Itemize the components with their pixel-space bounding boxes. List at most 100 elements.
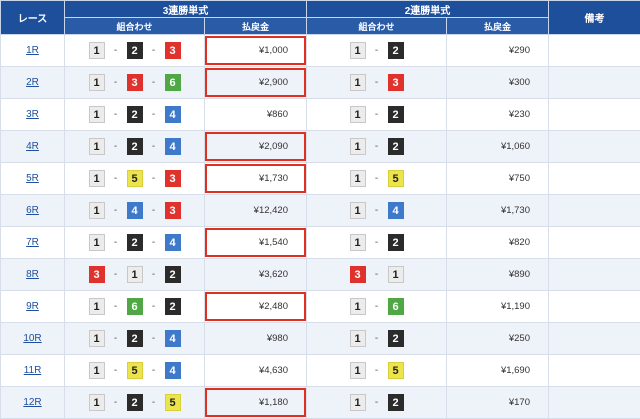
note-cell	[549, 291, 640, 323]
boat-number-badge: 5	[127, 170, 143, 187]
exacta-payout: ¥230	[447, 99, 549, 131]
exacta-payout: ¥290	[447, 35, 549, 67]
separator: -	[143, 173, 165, 184]
separator: -	[143, 77, 165, 88]
separator: -	[143, 269, 165, 280]
race-cell: 12R	[1, 387, 65, 419]
race-cell: 6R	[1, 195, 65, 227]
table-row: 6R1-4-3¥12,4201-4¥1,730	[1, 195, 640, 227]
boat-number-badge: 1	[89, 234, 105, 251]
table-row: 12R1-2-5¥1,1801-2¥170	[1, 387, 640, 419]
race-link[interactable]: 3R	[26, 109, 39, 120]
separator: -	[143, 141, 165, 152]
separator: -	[366, 109, 388, 120]
boat-number-badge: 2	[127, 330, 143, 347]
trifecta-combo: 3-1-2	[65, 259, 205, 291]
boat-number-badge: 4	[165, 138, 181, 155]
trifecta-combo: 1-6-2	[65, 291, 205, 323]
note-cell	[549, 67, 640, 99]
results-body: 1R1-2-3¥1,0001-2¥2902R1-3-6¥2,9001-3¥300…	[1, 35, 640, 419]
separator: -	[105, 237, 127, 248]
boat-number-badge: 3	[165, 42, 181, 59]
separator: -	[366, 77, 388, 88]
boat-number-badge: 3	[165, 202, 181, 219]
exacta-payout: ¥1,060	[447, 131, 549, 163]
race-link[interactable]: 2R	[26, 77, 39, 88]
boat-number-badge: 3	[165, 170, 181, 187]
trifecta-combo: 1-2-4	[65, 323, 205, 355]
trifecta-payout: ¥4,630	[205, 355, 307, 387]
trifecta-payout: ¥3,620	[205, 259, 307, 291]
table-row: 11R1-5-4¥4,6301-5¥1,690	[1, 355, 640, 387]
boat-number-badge: 2	[127, 106, 143, 123]
exacta-payout: ¥1,190	[447, 291, 549, 323]
race-link[interactable]: 9R	[26, 301, 39, 312]
separator: -	[366, 365, 388, 376]
race-link[interactable]: 5R	[26, 173, 39, 184]
race-link[interactable]: 4R	[26, 141, 39, 152]
boat-number-badge: 3	[350, 266, 366, 283]
boat-number-badge: 1	[89, 298, 105, 315]
race-cell: 11R	[1, 355, 65, 387]
exacta-payout: ¥170	[447, 387, 549, 419]
boat-number-badge: 4	[165, 330, 181, 347]
table-row: 2R1-3-6¥2,9001-3¥300	[1, 67, 640, 99]
race-results-table: レース 3連勝単式 2連勝単式 備考 組合わせ 払戻金 組合わせ 払戻金 1R1…	[0, 0, 640, 419]
race-link[interactable]: 1R	[26, 45, 39, 56]
boat-number-badge: 1	[89, 362, 105, 379]
boat-number-badge: 4	[127, 202, 143, 219]
note-cell	[549, 355, 640, 387]
trifecta-payout: ¥1,180	[205, 387, 307, 419]
separator: -	[143, 301, 165, 312]
boat-number-badge: 2	[165, 298, 181, 315]
boat-number-badge: 2	[165, 266, 181, 283]
race-link[interactable]: 11R	[24, 365, 42, 376]
race-link[interactable]: 6R	[26, 205, 39, 216]
boat-number-badge: 1	[89, 330, 105, 347]
race-cell: 8R	[1, 259, 65, 291]
separator: -	[143, 365, 165, 376]
boat-number-badge: 2	[388, 138, 404, 155]
boat-number-badge: 2	[388, 394, 404, 411]
boat-number-badge: 1	[388, 266, 404, 283]
boat-number-badge: 1	[89, 138, 105, 155]
exacta-payout: ¥250	[447, 323, 549, 355]
exacta-combo: 1-2	[307, 323, 447, 355]
race-header: レース	[1, 1, 65, 35]
table-row: 4R1-2-4¥2,0901-2¥1,060	[1, 131, 640, 163]
table-row: 9R1-6-2¥2,4801-6¥1,190	[1, 291, 640, 323]
boat-number-badge: 1	[350, 330, 366, 347]
race-link[interactable]: 7R	[26, 237, 39, 248]
trifecta-combo: 1-2-5	[65, 387, 205, 419]
race-link[interactable]: 10R	[23, 333, 41, 344]
boat-number-badge: 4	[165, 362, 181, 379]
boat-number-badge: 1	[350, 42, 366, 59]
exacta-combo: 1-2	[307, 35, 447, 67]
boat-number-badge: 5	[388, 170, 404, 187]
exacta-combo: 1-5	[307, 355, 447, 387]
exacta-payout: ¥890	[447, 259, 549, 291]
separator: -	[143, 45, 165, 56]
race-cell: 7R	[1, 227, 65, 259]
trifecta-payout-header: 払戻金	[205, 18, 307, 35]
boat-number-badge: 1	[350, 202, 366, 219]
separator: -	[105, 173, 127, 184]
boat-number-badge: 2	[127, 42, 143, 59]
boat-number-badge: 2	[127, 234, 143, 251]
table-row: 10R1-2-4¥9801-2¥250	[1, 323, 640, 355]
exacta-payout: ¥300	[447, 67, 549, 99]
boat-number-badge: 4	[388, 202, 404, 219]
boat-number-badge: 1	[350, 394, 366, 411]
table-row: 7R1-2-4¥1,5401-2¥820	[1, 227, 640, 259]
boat-number-badge: 2	[388, 42, 404, 59]
separator: -	[366, 333, 388, 344]
table-row: 5R1-5-3¥1,7301-5¥750	[1, 163, 640, 195]
exacta-payout: ¥1,730	[447, 195, 549, 227]
race-link[interactable]: 8R	[26, 269, 39, 280]
separator: -	[366, 237, 388, 248]
note-cell	[549, 323, 640, 355]
race-link[interactable]: 12R	[23, 397, 41, 408]
trifecta-payout: ¥1,540	[205, 227, 307, 259]
exacta-header: 2連勝単式	[307, 1, 549, 18]
separator: -	[105, 333, 127, 344]
